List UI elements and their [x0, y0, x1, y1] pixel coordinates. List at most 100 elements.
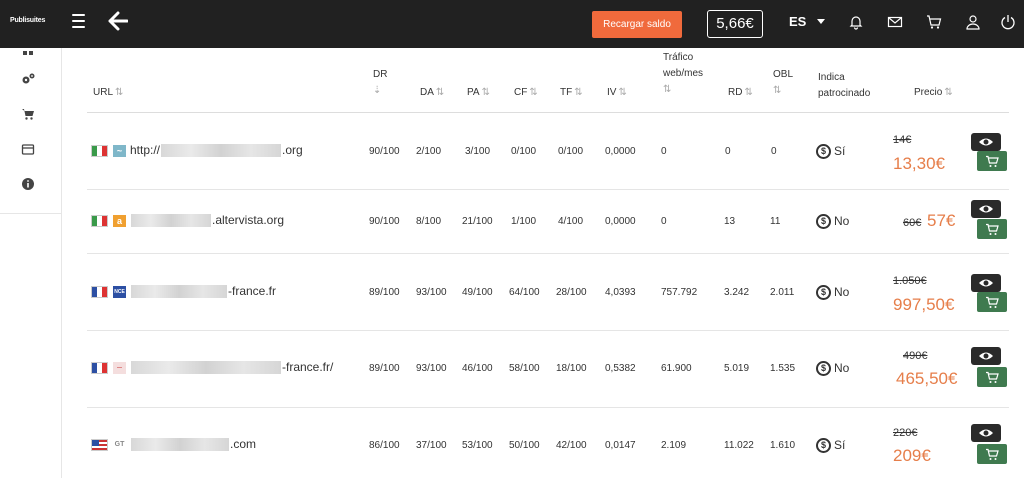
add-to-cart-button[interactable] [977, 219, 1007, 239]
table-row: GT .com 86/100 37/100 53/100 50/100 42/1… [87, 408, 1009, 478]
dr-value: 86/100 [369, 440, 400, 451]
site-favicon: GT [114, 441, 125, 448]
dollar-icon: $ [816, 361, 831, 377]
cart-plus-icon [986, 155, 999, 167]
add-to-cart-button[interactable] [977, 367, 1007, 387]
header-sponsored: Indica patrocinado [818, 72, 871, 99]
header-tf[interactable]: TF ⇅ [560, 85, 583, 101]
recharge-balance-button[interactable]: Recargar saldo [592, 11, 682, 38]
sort-icon: ⇅ [944, 87, 953, 98]
header-da[interactable]: DA ⇅ [420, 85, 444, 101]
dashboard-icon[interactable] [21, 43, 35, 57]
old-price: 490€ [903, 350, 928, 362]
obl-value: 2.011 [770, 287, 795, 298]
cart-plus-icon [986, 371, 999, 383]
top-bar: Publisuites Recargar saldo 5,66€ ES [0, 0, 1024, 48]
current-price: 465,50€ [896, 369, 958, 388]
view-button[interactable] [971, 133, 1001, 151]
current-price: 209€ [893, 446, 931, 465]
old-price: 220€ [893, 427, 918, 439]
add-to-cart-button[interactable] [977, 444, 1007, 464]
header-cf[interactable]: CF ⇅ [514, 85, 538, 101]
back-arrow-icon[interactable] [108, 10, 128, 32]
add-to-cart-button[interactable] [977, 151, 1007, 171]
cart-plus-icon [986, 296, 999, 308]
view-button[interactable] [971, 274, 1001, 292]
mail-icon[interactable] [887, 14, 903, 30]
hamburger-menu-icon[interactable] [72, 14, 85, 28]
tf-value: 18/100 [556, 363, 587, 374]
eye-icon [979, 279, 993, 287]
header-url[interactable]: URL ⇅ [93, 85, 123, 101]
header-dr[interactable]: DR ⇣ [373, 67, 387, 99]
tf-value: 0/100 [558, 146, 584, 157]
dr-value: 90/100 [369, 216, 400, 227]
site-url[interactable]: http://.org [130, 143, 303, 158]
header-iv[interactable]: IV ⇅ [607, 85, 627, 101]
info-icon[interactable] [21, 177, 35, 191]
bell-icon[interactable] [848, 14, 864, 30]
caret-down-icon[interactable] [817, 19, 825, 24]
sort-icon: ⇅ [773, 85, 782, 96]
wallet-icon[interactable] [21, 142, 35, 156]
cart-icon[interactable] [21, 107, 35, 121]
tf-value: 28/100 [556, 287, 587, 298]
dollar-icon: $ [816, 438, 831, 454]
cart-icon[interactable] [926, 14, 942, 30]
eye-icon [979, 138, 993, 146]
site-url[interactable]: -france.fr [130, 284, 276, 299]
cf-value: 1/100 [511, 216, 537, 227]
eye-icon [979, 205, 993, 213]
logo[interactable]: Publisuites [10, 17, 45, 24]
iv-value: 0,5382 [605, 363, 636, 374]
view-button[interactable] [971, 200, 1001, 218]
add-to-cart-button[interactable] [977, 292, 1007, 312]
site-favicon: — [113, 362, 126, 374]
header-rd[interactable]: RD ⇅ [728, 85, 753, 101]
sponsored-indicator: $ Sí [816, 144, 845, 160]
da-value: 93/100 [416, 363, 447, 374]
current-price: 13,30€ [893, 154, 945, 173]
traffic-value: 757.792 [661, 287, 698, 298]
gears-icon[interactable] [21, 72, 35, 86]
tf-value: 4/100 [558, 216, 584, 227]
header-traffic[interactable]: Tráfico web/mes ⇅ [663, 50, 703, 98]
balance-display: 5,66€ [707, 10, 763, 38]
obl-value: 0 [771, 146, 777, 157]
iv-value: 0,0000 [605, 146, 636, 157]
sort-desc-icon: ⇣ [373, 85, 382, 96]
traffic-value: 61.900 [661, 363, 692, 374]
traffic-value: 0 [661, 146, 667, 157]
site-url[interactable]: .com [130, 437, 256, 452]
current-price: 997,50€ [893, 295, 955, 314]
header-pa[interactable]: PA ⇅ [467, 85, 490, 101]
table-row: NCE -france.fr 89/100 93/100 49/100 64/1… [87, 254, 1009, 331]
dollar-icon: $ [816, 285, 831, 301]
language-selector[interactable]: ES [789, 14, 806, 29]
old-price: 14€ [893, 134, 912, 146]
flag-france-icon [91, 362, 108, 374]
sort-icon: ⇅ [618, 87, 627, 98]
pa-value: 49/100 [462, 287, 493, 298]
da-value: 8/100 [416, 216, 442, 227]
rd-value: 5.019 [724, 363, 750, 374]
sort-icon: ⇅ [529, 87, 538, 98]
power-icon[interactable] [1000, 14, 1016, 30]
view-button[interactable] [971, 424, 1001, 442]
user-icon[interactable] [965, 14, 981, 30]
header-obl[interactable]: OBL ⇅ [773, 67, 793, 99]
eye-icon [979, 352, 993, 360]
view-button[interactable] [971, 347, 1001, 365]
header-price[interactable]: Precio ⇅ [914, 85, 953, 101]
site-url[interactable]: .altervista.org [130, 213, 284, 228]
sidebar [0, 48, 62, 478]
traffic-value: 0 [661, 216, 667, 227]
dollar-icon: $ [816, 214, 831, 230]
dollar-icon: $ [816, 144, 831, 160]
cf-value: 58/100 [509, 363, 540, 374]
site-url[interactable]: -france.fr/ [130, 360, 333, 375]
rd-value: 3.242 [724, 287, 750, 298]
cart-plus-icon [986, 448, 999, 460]
table-row: — -france.fr/ 89/100 93/100 46/100 58/10… [87, 331, 1009, 408]
sponsored-indicator: $ Sí [816, 438, 845, 454]
